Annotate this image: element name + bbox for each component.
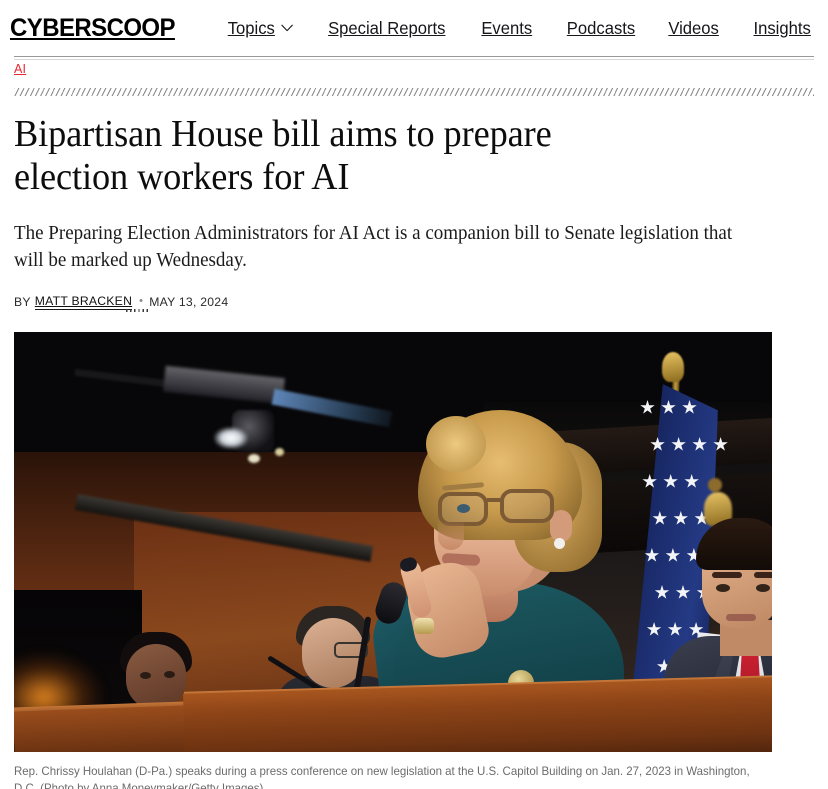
photo-speaker-nose [438, 520, 464, 550]
article-category-tag[interactable]: AI [14, 62, 26, 76]
article: AI Bipartisan House bill aims to prepare… [0, 60, 828, 789]
nav-item-events[interactable]: Events [481, 18, 532, 39]
nav-item-special-reports[interactable]: Special Reports [329, 18, 446, 39]
photo-background-person-head [126, 644, 186, 710]
photo-spotlight [214, 427, 248, 449]
header-divider-primary [14, 56, 814, 57]
nav-item-label: Special Reports [328, 17, 446, 38]
nav-item-label: Insights [753, 17, 811, 38]
photo-right-man-brow-right [754, 572, 772, 578]
hero-image [14, 332, 772, 752]
photo-speaker-eye [457, 504, 470, 513]
byline: BY MATT BRACKEN • MAY 13, 2024 [14, 294, 814, 312]
byline-date: MAY 13, 2024 [149, 294, 229, 309]
main-navigation: Topics Special Reports Events Podcasts V… [226, 18, 814, 39]
photo-ceiling-light-speck [248, 454, 260, 463]
photo-right-man-eye-right [756, 584, 770, 592]
chevron-down-icon [280, 24, 293, 32]
article-deck: The Preparing Election Administrators fo… [14, 222, 733, 272]
nav-item-label: Podcasts [566, 17, 635, 38]
page-title: Bipartisan House bill aims to prepare el… [14, 113, 552, 199]
photo-flag-finial [662, 352, 684, 382]
photo-right-man-eye-left [716, 584, 730, 592]
byline-author-link[interactable]: MATT BRACKEN [34, 294, 133, 310]
photo-speaker-earring [554, 538, 565, 549]
hatched-divider [14, 88, 814, 96]
photo-speaker-hair-curl [426, 416, 486, 472]
photo-flag-knob [708, 478, 722, 492]
photo-speaker-glasses-right [500, 489, 554, 523]
photo-background-person-eye-right [164, 671, 175, 678]
site-header: CYBERSCOOP Topics Special Reports Events… [0, 0, 828, 56]
byline-dotted-accent [126, 309, 148, 312]
site-logo[interactable]: CYBERSCOOP [10, 14, 176, 43]
hero-figure: Rep. Chrissy Houlahan (D-Pa.) speaks dur… [14, 332, 814, 789]
photo-background-person-eye-left [140, 672, 151, 679]
nav-item-videos[interactable]: Videos [669, 18, 720, 39]
byline-by-label: BY [14, 294, 31, 309]
nav-item-label: Topics [227, 17, 275, 38]
nav-item-label: Videos [668, 17, 720, 38]
photo-speaker-ring [414, 618, 434, 634]
hero-image-caption: Rep. Chrissy Houlahan (D-Pa.) speaks dur… [14, 764, 750, 789]
nav-item-insights[interactable]: Insights [753, 18, 810, 39]
photo-ceiling-light-speck-2 [275, 448, 284, 456]
nav-item-topics[interactable]: Topics [228, 18, 293, 39]
nav-item-label: Events [481, 17, 533, 38]
photo-right-man-brow-left [712, 572, 742, 578]
photo-speaker-glasses-bridge [487, 498, 503, 502]
byline-separator: • [139, 295, 144, 307]
nav-item-podcasts[interactable]: Podcasts [566, 18, 634, 39]
photo-right-man-mouth [726, 614, 756, 621]
